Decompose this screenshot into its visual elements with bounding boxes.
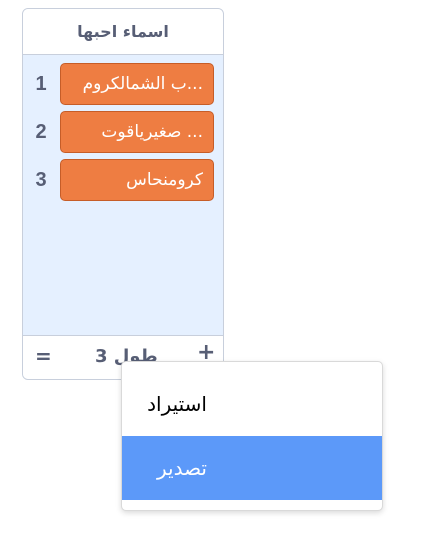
row-index: 2 [35, 121, 47, 143]
list-item[interactable]: ...ب الشمالكروم [60, 63, 214, 105]
list-row: 3 كرومنحاس [23, 159, 223, 203]
menu-item-export[interactable]: تصدير [122, 436, 382, 500]
list-monitor: اسماء احبها 1 ...ب الشمالكروم 2 ... صغير… [22, 8, 224, 380]
list-item[interactable]: كرومنحاس [60, 159, 214, 201]
context-menu: استيراد تصدير [121, 361, 383, 511]
menu-item-import[interactable]: استيراد [122, 372, 382, 436]
list-item[interactable]: ... صغيرياقوت [60, 111, 214, 153]
stage: اسماء احبها 1 ...ب الشمالكروم 2 ... صغير… [0, 0, 426, 540]
list-title: اسماء احبها [23, 9, 223, 55]
row-index: 1 [35, 73, 47, 95]
list-row: 2 ... صغيرياقوت [23, 111, 223, 155]
list-body[interactable]: 1 ...ب الشمالكروم 2 ... صغيرياقوت 3 كروم… [23, 55, 223, 337]
row-index: 3 [35, 169, 47, 191]
list-row: 1 ...ب الشمالكروم [23, 63, 223, 107]
resize-handle[interactable]: = [35, 344, 52, 368]
